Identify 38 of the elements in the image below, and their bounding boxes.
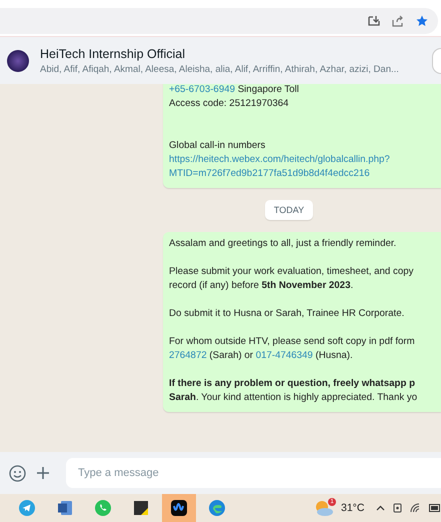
battery-icon[interactable]: [429, 504, 441, 512]
temperature: 31°C: [341, 502, 364, 514]
camera-icon[interactable]: [393, 502, 402, 514]
message-line: Assalam and greetings to all, just a friendly reminder.: [169, 237, 398, 251]
message-line: +65-6703-6949 Singapore Toll: [169, 83, 300, 97]
emoji-icon[interactable]: [9, 464, 26, 482]
message-line: 2764872 (Sarah) or 017-4746349 (Husna).: [169, 349, 354, 363]
link[interactable]: MTID=m726f7ed9b2177fa51d9b8d4f4edcc216: [169, 168, 370, 179]
chat-members: Abid, Afif, Afiqah, Akmal, Aleesa, Aleisha, alia, Alif, Arriffin, Athirah, Azhar, azizi, Dan...: [40, 64, 399, 74]
message-line: Sarah. Your kind attention is highly appreciated. Thank yo: [169, 391, 418, 405]
plus-icon[interactable]: [36, 466, 50, 480]
link[interactable]: https://heitech.webex.com/heitech/globalcallin.php?: [169, 154, 390, 165]
message-input[interactable]: Type a message: [66, 458, 441, 488]
taskbar-app[interactable]: [162, 494, 196, 522]
message-line: Do submit it to Husna or Sarah, Trainee HR Corporate.: [169, 307, 406, 321]
message-line: record (if any) before 5th November 2023.: [169, 279, 354, 293]
share-icon[interactable]: [392, 15, 404, 27]
message-line: Please submit your work evaluation, timesheet, and copy: [169, 265, 414, 279]
whatsapp-icon: [94, 499, 112, 517]
word-icon: [56, 499, 74, 517]
install-icon[interactable]: [368, 15, 380, 27]
message-line: Global call-in numbers: [169, 139, 266, 153]
group-avatar[interactable]: [7, 50, 29, 72]
edge-icon: [208, 499, 226, 517]
message-line: For whom outside HTV, please send soft copy in pdf form: [169, 335, 416, 349]
message-line: If there is any problem or question, freely whatsapp p: [169, 377, 416, 391]
chevron-up-icon[interactable]: [376, 505, 386, 511]
chat-title: HeiTech Internship Official: [40, 46, 186, 60]
webex-icon: [170, 499, 188, 517]
star-icon[interactable]: [416, 15, 428, 27]
link[interactable]: +65-6703-6949: [169, 84, 235, 95]
date-label: TODAY: [264, 200, 314, 220]
message-line: Access code: 25121970364: [169, 97, 290, 111]
link[interactable]: 2764872: [169, 350, 207, 361]
wifi-icon[interactable]: [410, 503, 422, 513]
sticky-note-icon: [132, 499, 150, 517]
telegram-icon: [18, 499, 36, 517]
link[interactable]: 017-4746349: [256, 350, 313, 361]
